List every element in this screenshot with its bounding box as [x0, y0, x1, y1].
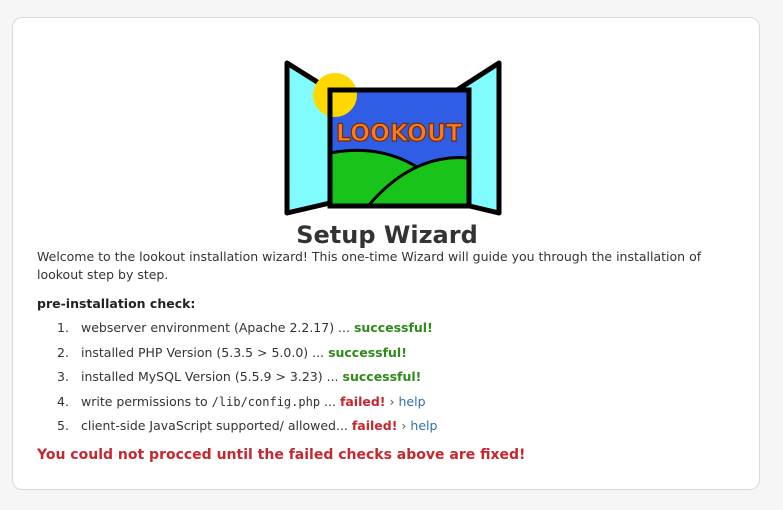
item-number: 3.	[57, 369, 69, 384]
config-path: /lib/config.php	[211, 394, 321, 409]
setup-panel: LOOKOUT Setup Wizard Welcome to the look…	[12, 17, 760, 490]
check-text: installed MySQL Version (5.5.9 > 3.23) .…	[80, 369, 339, 384]
status-badge: successful!	[342, 369, 422, 384]
list-item: 3. installed MySQL Version (5.5.9 > 3.23…	[57, 368, 437, 393]
status-badge: failed!	[339, 393, 386, 409]
list-item: 4. write permissions to /lib/config.php …	[57, 393, 437, 418]
status-badge: failed!	[351, 418, 398, 433]
list-item: 1. webserver environment (Apache 2.2.17)…	[57, 319, 437, 344]
check-text: client-side JavaScript supported/ allowe…	[80, 418, 348, 433]
check-text: write permissions to	[80, 393, 208, 409]
item-number: 4.	[57, 393, 69, 409]
chevron-right-icon: ›	[401, 418, 407, 433]
status-badge: successful!	[353, 320, 433, 335]
help-link[interactable]: help	[410, 418, 437, 433]
item-number: 5.	[57, 418, 69, 433]
page-title: Setup Wizard	[296, 221, 478, 249]
logo-text: LOOKOUT	[336, 119, 463, 147]
item-number: 2.	[57, 344, 69, 360]
check-list: 1. webserver environment (Apache 2.2.17)…	[57, 319, 437, 442]
status-badge: successful!	[328, 344, 407, 360]
check-text: webserver environment (Apache 2.2.17) ..…	[80, 320, 350, 335]
error-message: You could not procced until the failed c…	[37, 447, 526, 463]
check-title: pre-installation check:	[37, 296, 196, 311]
lookout-logo: LOOKOUT	[284, 60, 502, 216]
check-text: installed PHP Version (5.3.5 > 5.0.0) ..…	[80, 344, 325, 360]
item-number: 1.	[57, 320, 69, 335]
intro-text: Welcome to the lookout installation wiza…	[37, 249, 702, 282]
check-text-suffix: ...	[324, 393, 336, 409]
list-item: 2. installed PHP Version (5.3.5 > 5.0.0)…	[57, 344, 437, 369]
list-item: 5. client-side JavaScript supported/ all…	[57, 417, 437, 442]
help-link[interactable]: help	[398, 394, 425, 409]
chevron-right-icon: ›	[389, 393, 395, 409]
